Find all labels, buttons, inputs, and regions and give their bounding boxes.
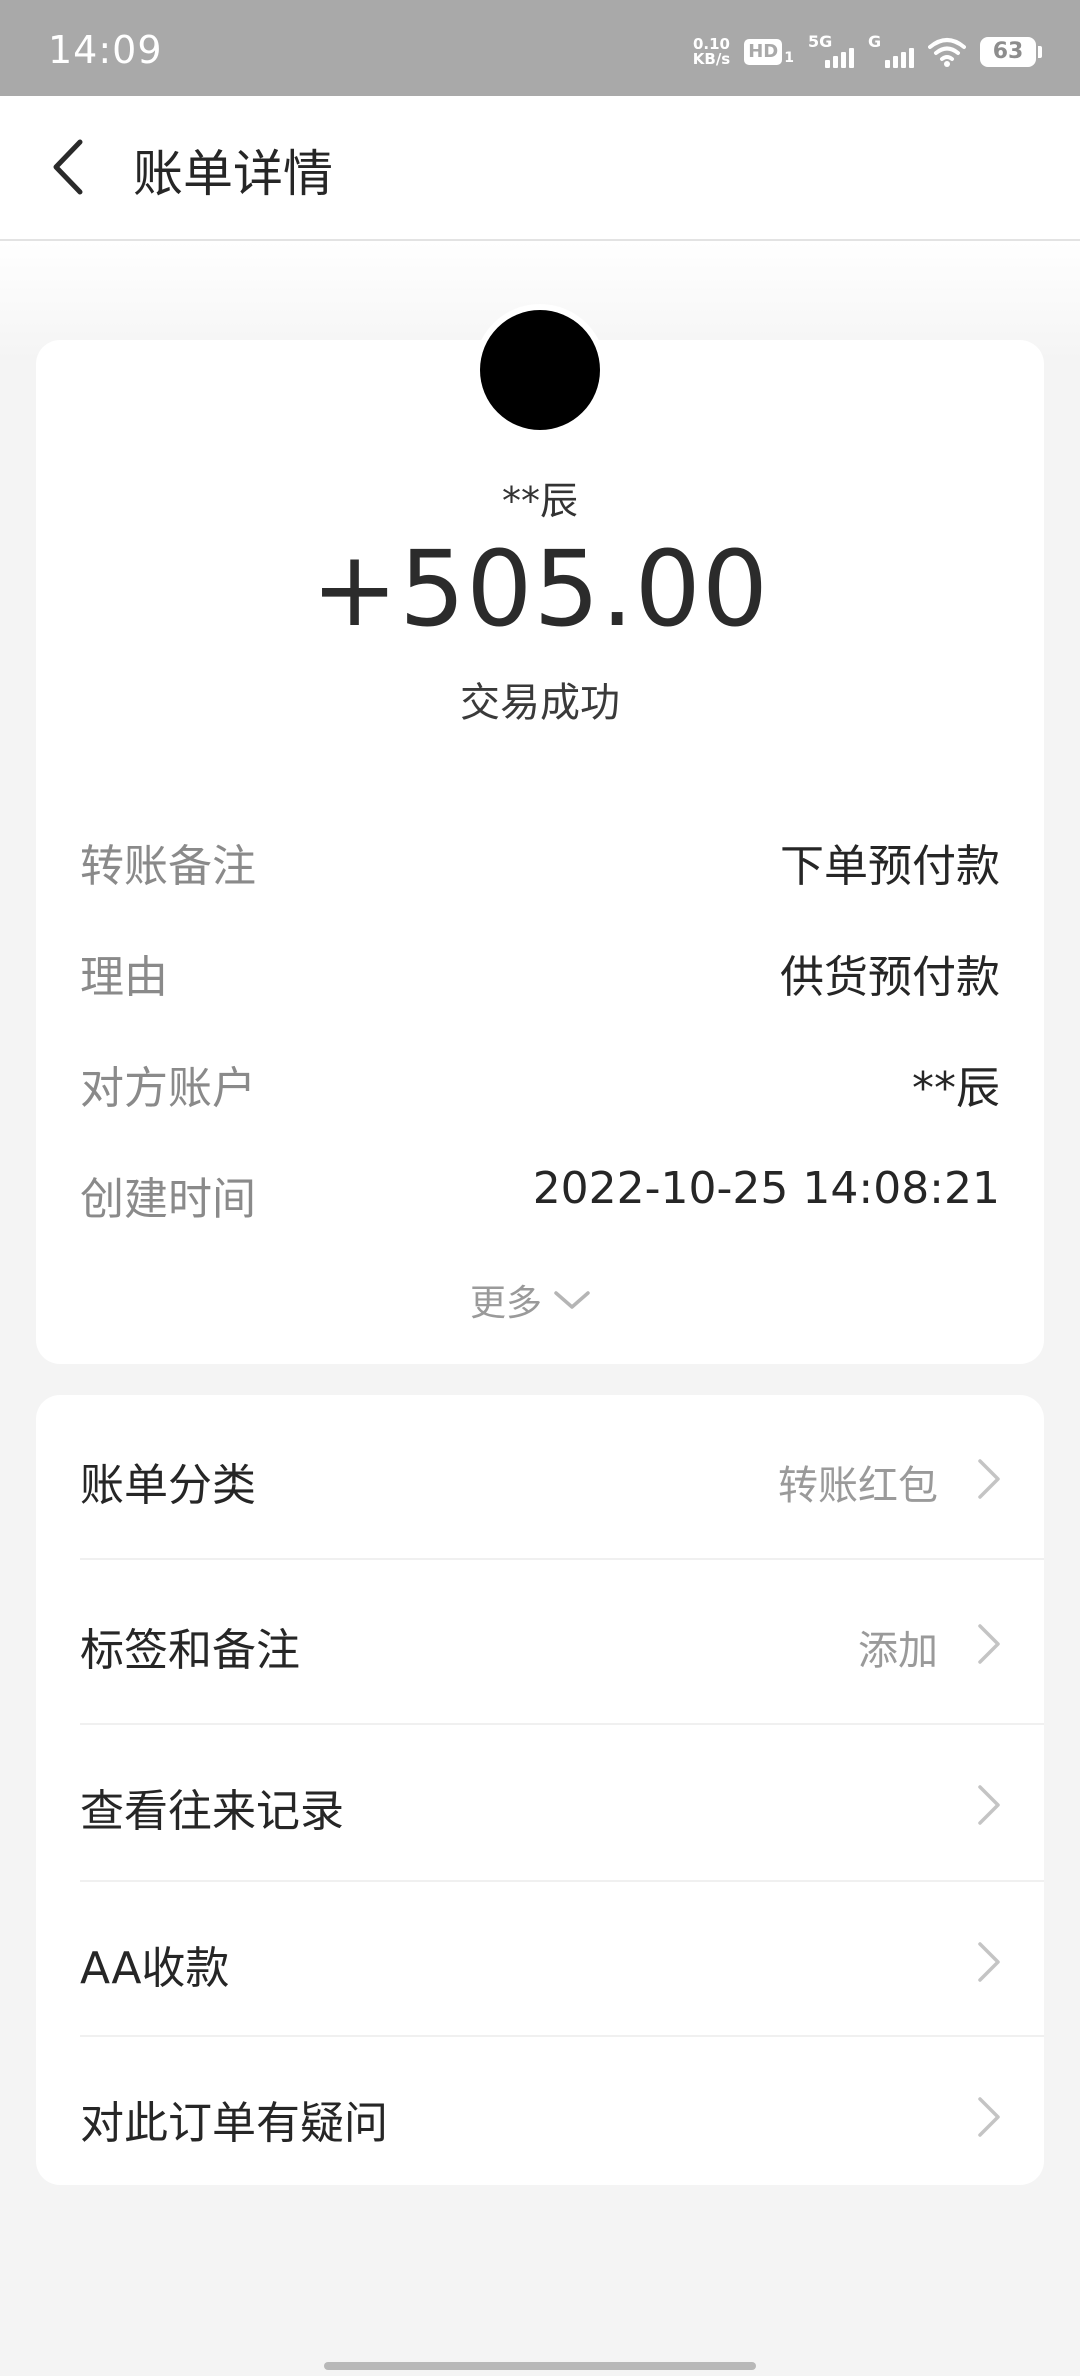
- detail-label: 理由: [80, 952, 168, 1003]
- signal-bars: [825, 48, 854, 68]
- chevron-down-icon: [554, 1291, 590, 1309]
- detail-value: 2022-10-25 14:08:21: [532, 1163, 1000, 1214]
- more-label: 更多: [470, 1283, 543, 1324]
- detail-row-counterparty: 对方账户 **辰: [80, 1052, 1000, 1114]
- chevron-right-icon: [978, 1785, 1000, 1825]
- wifi-icon: [928, 38, 966, 67]
- chevron-right-icon: [978, 1942, 1000, 1982]
- app-header: 账单详情: [0, 96, 1080, 241]
- list-item-label: 标签和备注: [80, 1625, 300, 1676]
- signal-g-icon: G: [868, 34, 914, 70]
- detail-row-reason: 理由 供货预付款: [80, 941, 1000, 1003]
- actions-card: 账单分类 转账红包 标签和备注 添加 查看往来记录 AA收款 对此订单有疑问: [36, 1395, 1044, 2185]
- detail-row-remark: 转账备注 下单预付款: [80, 830, 1000, 892]
- detail-value: 供货预付款: [780, 952, 1000, 1003]
- detail-label: 转账备注: [80, 841, 256, 892]
- network-speed-indicator: 0.10 KB/s: [693, 37, 730, 67]
- status-time: 14:09: [48, 28, 163, 72]
- home-indicator[interactable]: [324, 2362, 756, 2370]
- more-button[interactable]: 更多: [470, 1275, 592, 1325]
- detail-label: 创建时间: [80, 1174, 256, 1225]
- hd-voice-icon: HD 1: [744, 39, 794, 65]
- detail-row-created-time: 创建时间 2022-10-25 14:08:21: [80, 1163, 1000, 1225]
- list-item-label: 账单分类: [80, 1460, 256, 1511]
- chevron-right-icon: [978, 1459, 1000, 1499]
- detail-label: 对方账户: [80, 1063, 256, 1114]
- payer-name: **辰: [501, 479, 578, 523]
- hd-sub-label: 1: [784, 50, 794, 66]
- signal-5g-icon: 5G: [808, 34, 854, 70]
- detail-value: **辰: [912, 1063, 1000, 1114]
- list-item-label: 对此订单有疑问: [80, 2098, 388, 2149]
- chevron-left-icon: [53, 139, 83, 195]
- signal-bars: [885, 48, 914, 68]
- status-icons: 0.10 KB/s HD 1 5G G 63: [693, 32, 1042, 72]
- network-speed-unit: KB/s: [692, 50, 731, 68]
- list-item-label: AA收款: [80, 1943, 230, 1994]
- list-item-value: 添加: [858, 1628, 938, 1674]
- list-item-value: 转账红包: [778, 1463, 938, 1509]
- list-item-aa-collection[interactable]: AA收款: [36, 1882, 1044, 2037]
- hd-label: HD: [744, 39, 783, 65]
- detail-value: 下单预付款: [780, 841, 1000, 892]
- signal-g-label: G: [868, 32, 882, 51]
- list-item-history[interactable]: 查看往来记录: [36, 1725, 1044, 1882]
- list-item-tags-notes[interactable]: 标签和备注 添加: [36, 1560, 1044, 1725]
- list-item-order-question[interactable]: 对此订单有疑问: [36, 2037, 1044, 2185]
- battery-icon: 63: [980, 37, 1042, 67]
- transaction-amount: +505.00: [310, 528, 770, 650]
- list-item-bill-category[interactable]: 账单分类 转账红包: [36, 1395, 1044, 1560]
- list-item-label: 查看往来记录: [80, 1786, 344, 1837]
- chevron-right-icon: [978, 2097, 1000, 2137]
- status-bar: 14:09 0.10 KB/s HD 1 5G G 63: [0, 0, 1080, 96]
- chevron-right-icon: [978, 1624, 1000, 1664]
- page-title: 账单详情: [133, 145, 333, 203]
- avatar[interactable]: [480, 310, 600, 430]
- transaction-status: 交易成功: [460, 680, 620, 726]
- back-button[interactable]: [40, 132, 96, 202]
